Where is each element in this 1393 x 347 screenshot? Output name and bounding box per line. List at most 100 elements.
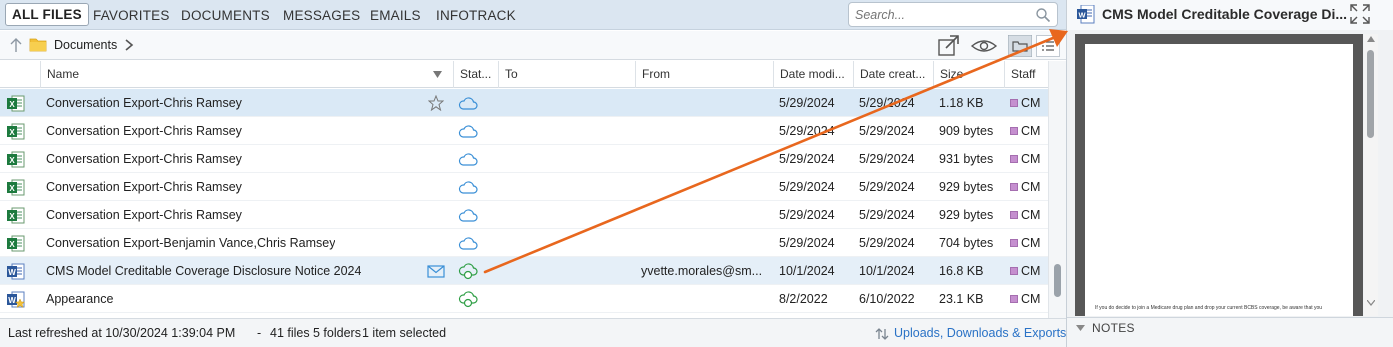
staff-initials: CM [1021,180,1041,194]
table-row[interactable]: X Conversation Export-Chris Ramsey 5/29/… [0,173,1048,201]
chevron-down-icon[interactable] [1076,325,1085,331]
table-row-selected[interactable]: W CMS Model Creditable Coverage Disclosu… [0,257,1048,285]
tab-infotrack[interactable]: INFOTRACK [436,6,516,25]
table-row[interactable]: X Conversation Export-Chris Ramsey 5/29/… [0,117,1048,145]
document-preview[interactable]: If you do decide to join a Medicare drug… [1075,34,1363,316]
file-size: 909 bytes [939,124,994,138]
status-separator: - [257,326,262,340]
svg-text:X: X [9,184,15,193]
table-row[interactable]: X Conversation Export-Chris Ramsey 5/29/… [0,89,1048,117]
date-created: 10/1/2024 [859,264,915,278]
search-input[interactable] [855,6,1030,23]
tab-messages[interactable]: MESSAGES [283,6,360,25]
staff-badge: CM [1010,145,1048,173]
chevron-right-icon[interactable] [124,38,134,52]
from-value: yvette.morales@sm... [641,264,763,278]
file-name[interactable]: Conversation Export-Benjamin Vance,Chris… [46,229,335,257]
staff-badge: CM [1010,89,1048,117]
cloud-icon [458,125,478,138]
scrollbar-thumb[interactable] [1367,50,1374,138]
preview-scrollbar[interactable] [1364,34,1378,316]
column-icon [0,61,40,88]
file-name[interactable]: Conversation Export-Chris Ramsey [46,145,242,173]
tab-emails[interactable]: EMAILS [370,6,421,25]
scroll-up-icon[interactable] [1367,36,1375,42]
file-list: X Conversation Export-Chris Ramsey 5/29/… [0,89,1048,317]
search-icon[interactable] [1035,7,1051,23]
tab-documents[interactable]: DOCUMENTS [181,6,270,25]
staff-initials: CM [1021,152,1041,166]
date-modified: 5/29/2024 [779,124,835,138]
envelope-icon[interactable] [427,265,445,278]
staff-initials: CM [1021,236,1041,250]
date-modified: 5/29/2024 [779,208,835,222]
preview-title: CMS Model Creditable Coverage Di... [1102,6,1347,22]
column-from[interactable]: From [635,61,773,88]
folder-view-icon[interactable] [1008,35,1032,57]
file-size: 23.1 KB [939,292,984,306]
table-row[interactable]: W Appearance 8/2/2022 6/10/2022 23.1 KB … [0,285,1048,313]
staff-badge: CM [1010,229,1048,257]
column-name[interactable]: Name [40,61,453,88]
excel-file-icon: X [7,207,25,224]
tab-all-files[interactable]: ALL FILES [5,3,89,26]
column-status[interactable]: Stat... [453,61,498,88]
column-size[interactable]: Size [933,61,1004,88]
date-created: 5/29/2024 [859,180,915,194]
table-row[interactable]: X Conversation Export-Benjamin Vance,Chr… [0,229,1048,257]
table-row[interactable] [0,313,1048,317]
staff-initials: CM [1021,292,1041,306]
sort-down-icon[interactable] [433,71,442,78]
cloud-icon [458,237,478,250]
word-file-icon: W [7,263,25,280]
date-modified: 10/1/2024 [779,264,835,278]
date-created: 6/10/2022 [859,292,915,306]
svg-text:W: W [8,296,16,305]
staff-initials: CM [1021,96,1041,110]
up-arrow-icon[interactable] [9,37,23,53]
date-modified: 8/2/2022 [779,292,828,306]
scrollbar-thumb[interactable] [1054,264,1061,297]
file-list-scrollbar[interactable] [1048,61,1066,318]
excel-file-icon: X [7,235,25,252]
cloud-icon [458,209,478,222]
date-created: 5/29/2024 [859,152,915,166]
cloud-icon [458,181,478,194]
scroll-down-icon[interactable] [1367,300,1375,306]
file-name[interactable]: Conversation Export-Chris Ramsey [46,89,242,117]
column-date-created[interactable]: Date creat... [853,61,933,88]
breadcrumb-documents[interactable]: Documents [54,38,117,52]
word-template-icon: W [7,291,25,308]
tab-favorites[interactable]: FAVORITES [93,6,170,25]
column-staff[interactable]: Staff [1004,61,1048,88]
table-row[interactable]: X Conversation Export-Chris Ramsey 5/29/… [0,201,1048,229]
open-external-icon[interactable] [937,35,961,57]
date-created: 5/29/2024 [859,236,915,250]
column-to[interactable]: To [498,61,635,88]
file-name[interactable]: Conversation Export-Chris Ramsey [46,117,242,145]
file-name[interactable]: Conversation Export-Chris Ramsey [46,201,242,229]
svg-text:X: X [9,128,15,137]
notes-section-toggle[interactable]: NOTES [1067,317,1393,347]
star-icon[interactable] [428,95,444,111]
file-pane: ALL FILES FAVORITES DOCUMENTS MESSAGES E… [0,0,1066,347]
preview-pane: W CMS Model Creditable Coverage Di... If… [1066,0,1393,347]
file-name[interactable]: Conversation Export-Chris Ramsey [46,173,242,201]
selection-count: 1 item selected [362,326,447,340]
preview-eye-icon[interactable] [970,35,998,57]
uploads-downloads-link[interactable]: Uploads, Downloads & Exports [894,326,1066,340]
folder-icon [29,38,47,52]
file-name[interactable]: CMS Model Creditable Coverage Disclosure… [46,257,361,285]
tab-bar: ALL FILES FAVORITES DOCUMENTS MESSAGES E… [0,0,1066,30]
staff-badge: CM [1010,173,1048,201]
date-modified: 5/29/2024 [779,96,835,110]
table-row[interactable]: X Conversation Export-Chris Ramsey 5/29/… [0,145,1048,173]
column-date-modified[interactable]: Date modi... [773,61,853,88]
file-name[interactable]: Appearance [46,285,113,313]
svg-text:X: X [9,212,15,221]
expand-icon[interactable] [1349,3,1371,25]
list-view-icon[interactable] [1036,35,1060,57]
preview-header: W CMS Model Creditable Coverage Di... [1067,0,1393,30]
transfer-arrows-icon[interactable] [875,327,889,341]
file-size: 929 bytes [939,180,994,194]
